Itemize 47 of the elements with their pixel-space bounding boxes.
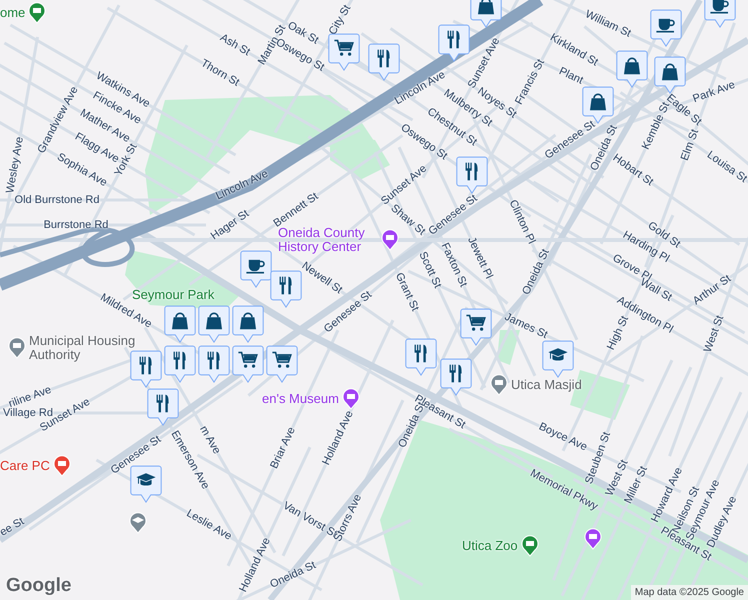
place-label[interactable]: Utica Zoo bbox=[462, 539, 518, 553]
street-label: Plant bbox=[557, 65, 585, 87]
shopping-bag-icon[interactable] bbox=[616, 50, 648, 89]
shopping-cart-icon[interactable] bbox=[328, 33, 360, 72]
shopping-cart-icon[interactable] bbox=[266, 345, 298, 384]
street-label: Wesley Ave bbox=[4, 136, 26, 194]
place-label[interactable]: Oneida County History Center bbox=[278, 226, 378, 254]
fork-knife-icon[interactable] bbox=[368, 43, 400, 82]
street-label: m Ave bbox=[197, 424, 223, 456]
map-attribution: Map data ©2025 Google bbox=[630, 585, 748, 600]
street-label: Briar Ave bbox=[268, 425, 298, 471]
shopping-cart-icon[interactable] bbox=[232, 345, 264, 384]
coffee-cup-icon[interactable] bbox=[240, 250, 272, 289]
shopping-bag-icon[interactable] bbox=[232, 305, 264, 344]
shopping-bag-icon[interactable] bbox=[654, 56, 686, 95]
fork-knife-icon[interactable] bbox=[270, 270, 302, 309]
coffee-cup-icon[interactable] bbox=[704, 0, 736, 29]
shopping-cart-icon[interactable] bbox=[460, 308, 492, 347]
park-area bbox=[497, 330, 520, 365]
street-label: Clinton Pl bbox=[506, 198, 538, 246]
fork-knife-icon[interactable] bbox=[164, 345, 196, 384]
google-logo[interactable]: Google bbox=[6, 575, 72, 597]
street-label: Burrstone Rd bbox=[44, 219, 108, 231]
place-label[interactable]: en's Museum bbox=[262, 392, 339, 406]
fork-knife-icon[interactable] bbox=[147, 388, 179, 427]
place-label[interactable]: Seymour Park bbox=[132, 288, 214, 302]
place-label[interactable]: Care PC bbox=[0, 459, 50, 473]
street-label: Elm St bbox=[678, 128, 702, 162]
place-label[interactable]: Municipal Housing Authority bbox=[29, 334, 141, 362]
street-label: Park Ave bbox=[691, 78, 737, 106]
street-label: City St bbox=[326, 2, 354, 38]
fork-knife-icon[interactable] bbox=[130, 350, 162, 389]
fork-knife-icon[interactable] bbox=[438, 24, 470, 63]
street-label: ee St bbox=[0, 515, 26, 539]
shopping-bag-icon[interactable] bbox=[198, 305, 230, 344]
shopping-bag-icon[interactable] bbox=[164, 305, 196, 344]
street-label: Ash St bbox=[218, 32, 252, 58]
shopping-bag-icon[interactable] bbox=[470, 0, 502, 29]
street-label: West St bbox=[702, 314, 726, 354]
place-label[interactable]: ome bbox=[0, 6, 26, 20]
street-label: Oneida St bbox=[268, 559, 318, 591]
street-label: Old Burrstone Rd bbox=[14, 194, 100, 206]
fork-knife-icon[interactable] bbox=[405, 338, 437, 377]
fork-knife-icon[interactable] bbox=[456, 156, 488, 195]
coffee-cup-icon[interactable] bbox=[650, 9, 682, 48]
place-label[interactable]: Utica Masjid bbox=[511, 378, 582, 392]
fork-knife-icon[interactable] bbox=[198, 345, 230, 384]
